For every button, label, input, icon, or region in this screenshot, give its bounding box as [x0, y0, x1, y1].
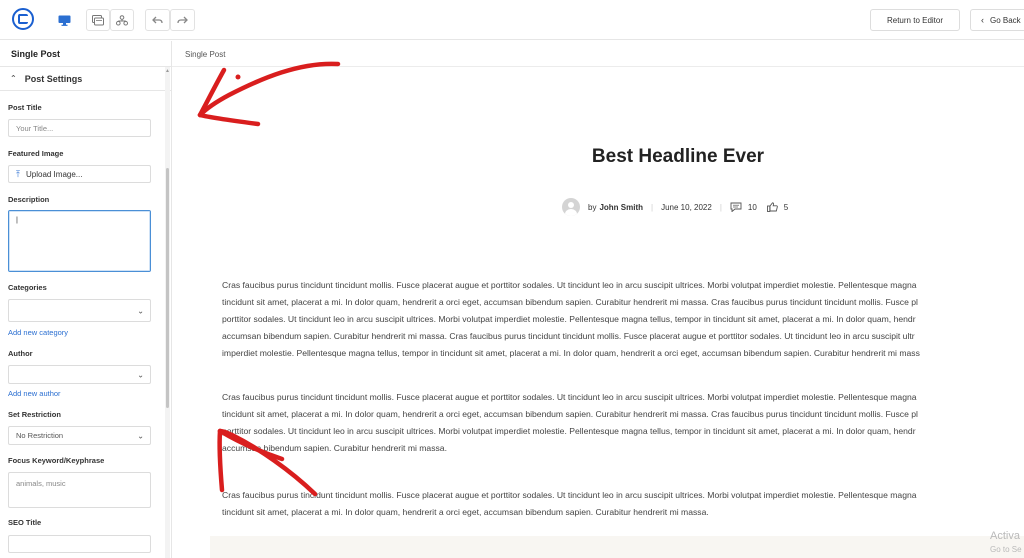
avatar [562, 198, 580, 216]
breadcrumb: Single Post [172, 41, 1024, 67]
paragraph-line: Cras faucibus purus tincidunt tincidunt … [222, 490, 917, 500]
body-paragraph: Cras faucibus purus tincidunt tincidunt … [222, 487, 1024, 521]
by-label: by [588, 202, 597, 212]
post-date: June 10, 2022 [661, 202, 712, 212]
undo-icon [152, 16, 163, 23]
chevron-left-icon: ‹ [981, 15, 984, 25]
body-paragraph: Cras faucibus purus tincidunt tincidunt … [222, 389, 1024, 457]
monitor-icon [58, 15, 70, 26]
paragraph-line: Cras faucibus purus tincidunt tincidunt … [222, 392, 917, 402]
editor-logo-icon[interactable] [12, 8, 34, 30]
sidebar-title: Single Post [0, 41, 171, 67]
section-title: Post Settings [24, 74, 83, 84]
post-preview-area: Single Post Best Headline Ever by John S… [172, 41, 1024, 558]
footer-section [210, 536, 1024, 558]
chevron-down-icon: ⌄ [137, 370, 144, 379]
settings-sidebar: Single Post ⌃ Post Settings ▲ Post Title… [0, 41, 172, 558]
restriction-value: No Restriction [16, 431, 64, 440]
post-title-input[interactable]: Your Title... [8, 119, 151, 137]
layout-icon [92, 14, 104, 25]
redo-icon [177, 16, 188, 23]
templates-button[interactable] [86, 9, 110, 31]
post-headline[interactable]: Best Headline Ever [172, 146, 1024, 168]
categories-label: Categories [8, 283, 47, 292]
paragraph-line: accumsan bibendum sapien. Curabitur hend… [222, 331, 915, 341]
paragraph-line: accumsan bibendum sapien. Curabitur hend… [222, 443, 447, 453]
upload-icon: ⤒ [16, 168, 20, 179]
upload-label: Upload Image... [25, 169, 83, 179]
description-label: Description [8, 195, 50, 204]
upload-image-button[interactable]: ⤒ Upload Image... [8, 165, 151, 183]
post-title-label: Post Title [8, 103, 42, 112]
undo-button[interactable] [145, 9, 170, 31]
divider: | [719, 202, 722, 212]
paragraph-line: tincidunt sit amet, placerat a mi. In do… [222, 409, 918, 419]
chevron-down-icon: ⌄ [137, 306, 144, 315]
chevron-down-icon: ⌄ [137, 431, 144, 440]
focus-keyword-label: Focus Keyword/Keyphrase [8, 456, 105, 465]
sitemap-icon [116, 14, 128, 25]
author-label: Author [8, 349, 33, 358]
comments-icon [730, 202, 742, 212]
go-back-label: Go Back [990, 15, 1021, 25]
post-settings-section-toggle[interactable]: ⌃ Post Settings [0, 67, 171, 91]
add-new-author-link[interactable]: Add new author [8, 389, 61, 398]
seo-title-label: SEO Title [8, 518, 42, 527]
redo-button[interactable] [170, 9, 195, 31]
watermark-line: Go to Se [990, 545, 1022, 554]
like-count: 5 [783, 202, 789, 212]
categories-select[interactable]: ⌄ [8, 299, 151, 322]
paragraph-line: Cras faucibus purus tincidunt tincidunt … [222, 280, 917, 290]
divider: | [651, 202, 654, 212]
scroll-up-arrow-icon[interactable]: ▲ [165, 68, 170, 74]
seo-title-input[interactable] [8, 535, 151, 553]
focus-keyword-value: animals, music [16, 479, 66, 488]
top-toolbar: Return to Editor ‹ Go Back [0, 0, 1024, 40]
featured-image-label: Featured Image [8, 149, 64, 158]
restriction-select[interactable]: No Restriction ⌄ [8, 426, 151, 445]
post-title-placeholder: Your Title... [16, 123, 54, 133]
description-textarea[interactable]: | [8, 210, 151, 272]
paragraph-line: porttitor sodales. Ut tincidunt leo in a… [222, 314, 916, 324]
focus-keyword-textarea[interactable]: animals, music [8, 472, 151, 508]
post-meta: by John Smith | June 10, 2022 | 10 5 [562, 198, 788, 216]
comment-count: 10 [747, 202, 757, 212]
go-back-button[interactable]: ‹ Go Back [970, 9, 1024, 31]
desktop-view-button[interactable] [52, 9, 76, 31]
description-cursor: | [16, 215, 18, 224]
chevron-up-icon: ⌃ [10, 74, 17, 83]
paragraph-line: tincidunt sit amet, placerat a mi. In do… [222, 507, 709, 517]
watermark-line: Activa [990, 530, 1020, 542]
paragraph-line: tincidunt sit amet, placerat a mi. In do… [222, 297, 918, 307]
sidebar-scrollbar-thumb[interactable] [166, 168, 169, 408]
paragraph-line: imperdiet molestie. Pellentesque magna t… [222, 348, 920, 358]
author-select[interactable]: ⌄ [8, 365, 151, 384]
activation-watermark: Activa Go to Se [990, 530, 1022, 556]
return-to-editor-button[interactable]: Return to Editor [870, 9, 960, 31]
body-paragraph: Cras faucibus purus tincidunt tincidunt … [222, 277, 1024, 362]
thumbs-up-icon [766, 202, 778, 212]
sitemap-button[interactable] [110, 9, 134, 31]
add-new-category-link[interactable]: Add new category [8, 328, 68, 337]
author-name[interactable]: John Smith [599, 203, 643, 212]
set-restriction-label: Set Restriction [8, 410, 61, 419]
paragraph-line: porttitor sodales. Ut tincidunt leo in a… [222, 426, 916, 436]
